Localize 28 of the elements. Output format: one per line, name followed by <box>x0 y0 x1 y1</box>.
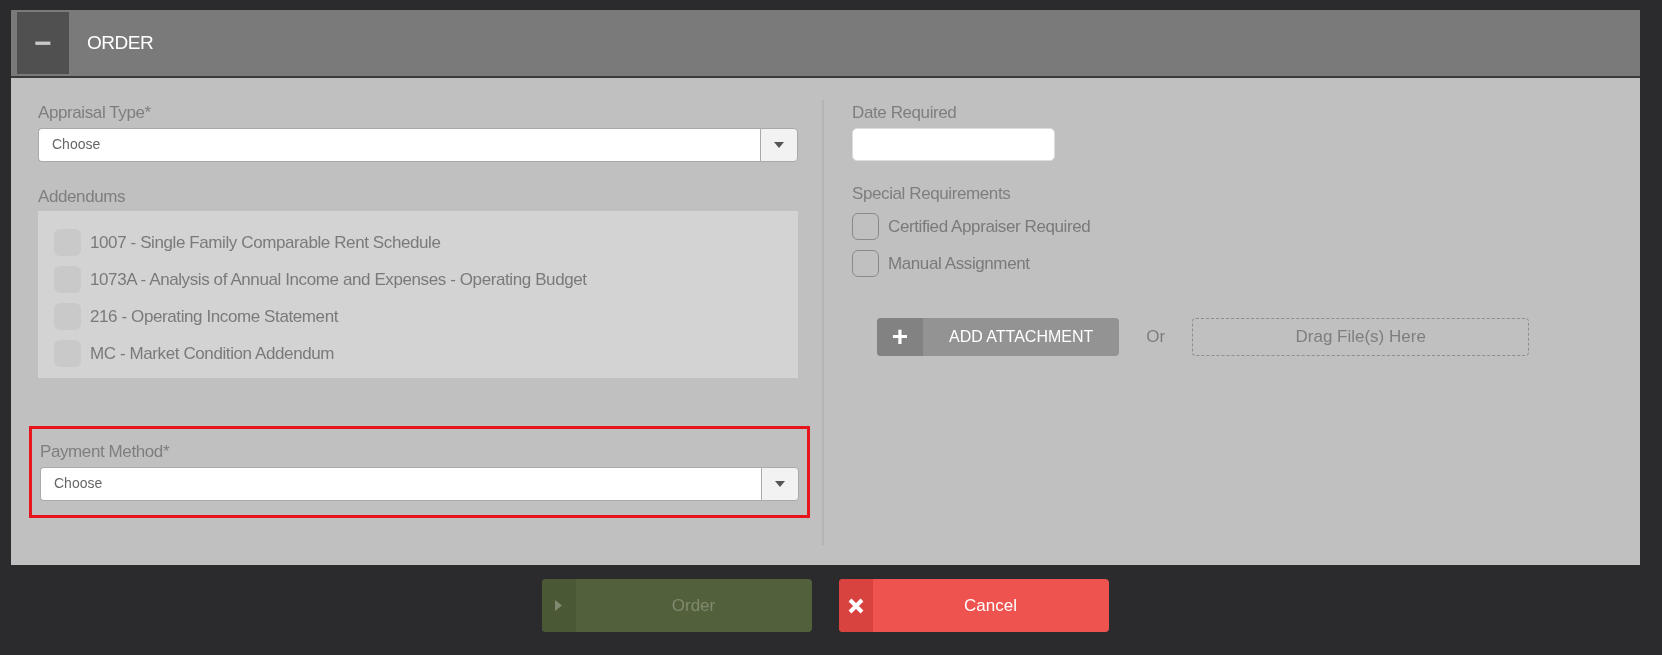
caret-icon <box>775 480 785 487</box>
or-text: Or <box>1146 326 1166 349</box>
caret-icon <box>774 141 784 148</box>
checkbox-label: 1073A - Analysis of Annual Income and Expenses - Operating Budget <box>90 268 587 291</box>
collapse-button[interactable]: − <box>17 12 69 74</box>
add-attachment-button[interactable]: + ADD ATTACHMENT <box>877 318 1120 356</box>
dropdown-field[interactable]: Choose <box>40 466 761 501</box>
play-icon <box>555 600 562 611</box>
dropdown-field[interactable]: Choose <box>38 127 760 162</box>
checkbox-label: 216 - Operating Income Statement <box>90 305 338 328</box>
checkbox-label: Certified Appraiser Required <box>888 215 1091 238</box>
section-label: Addendums <box>38 185 126 208</box>
date-field[interactable] <box>852 127 1055 161</box>
field-label: Date Required <box>852 102 957 124</box>
checkbox-label: MC - Market Condition Addendum <box>90 342 335 365</box>
checkbox-label: 1007 - Single Family Comparable Rent Schedule <box>90 231 441 254</box>
dropdown-button[interactable] <box>761 466 799 501</box>
cancel-button[interactable]: Cancel <box>838 579 1109 632</box>
close-icon <box>847 597 864 614</box>
checkbox[interactable] <box>852 250 879 277</box>
checkbox-label: Manual Assignment <box>888 252 1030 275</box>
file-drop-zone[interactable]: Drag File(s) Here <box>1192 318 1530 356</box>
field-label: Appraisal Type* <box>38 102 151 124</box>
checkbox[interactable] <box>852 213 879 240</box>
section-label: Special Requirements <box>852 182 1011 205</box>
dropdown-button[interactable] <box>760 127 798 162</box>
field-label: Payment Method* <box>40 441 170 463</box>
panel-title: ORDER <box>87 30 154 55</box>
